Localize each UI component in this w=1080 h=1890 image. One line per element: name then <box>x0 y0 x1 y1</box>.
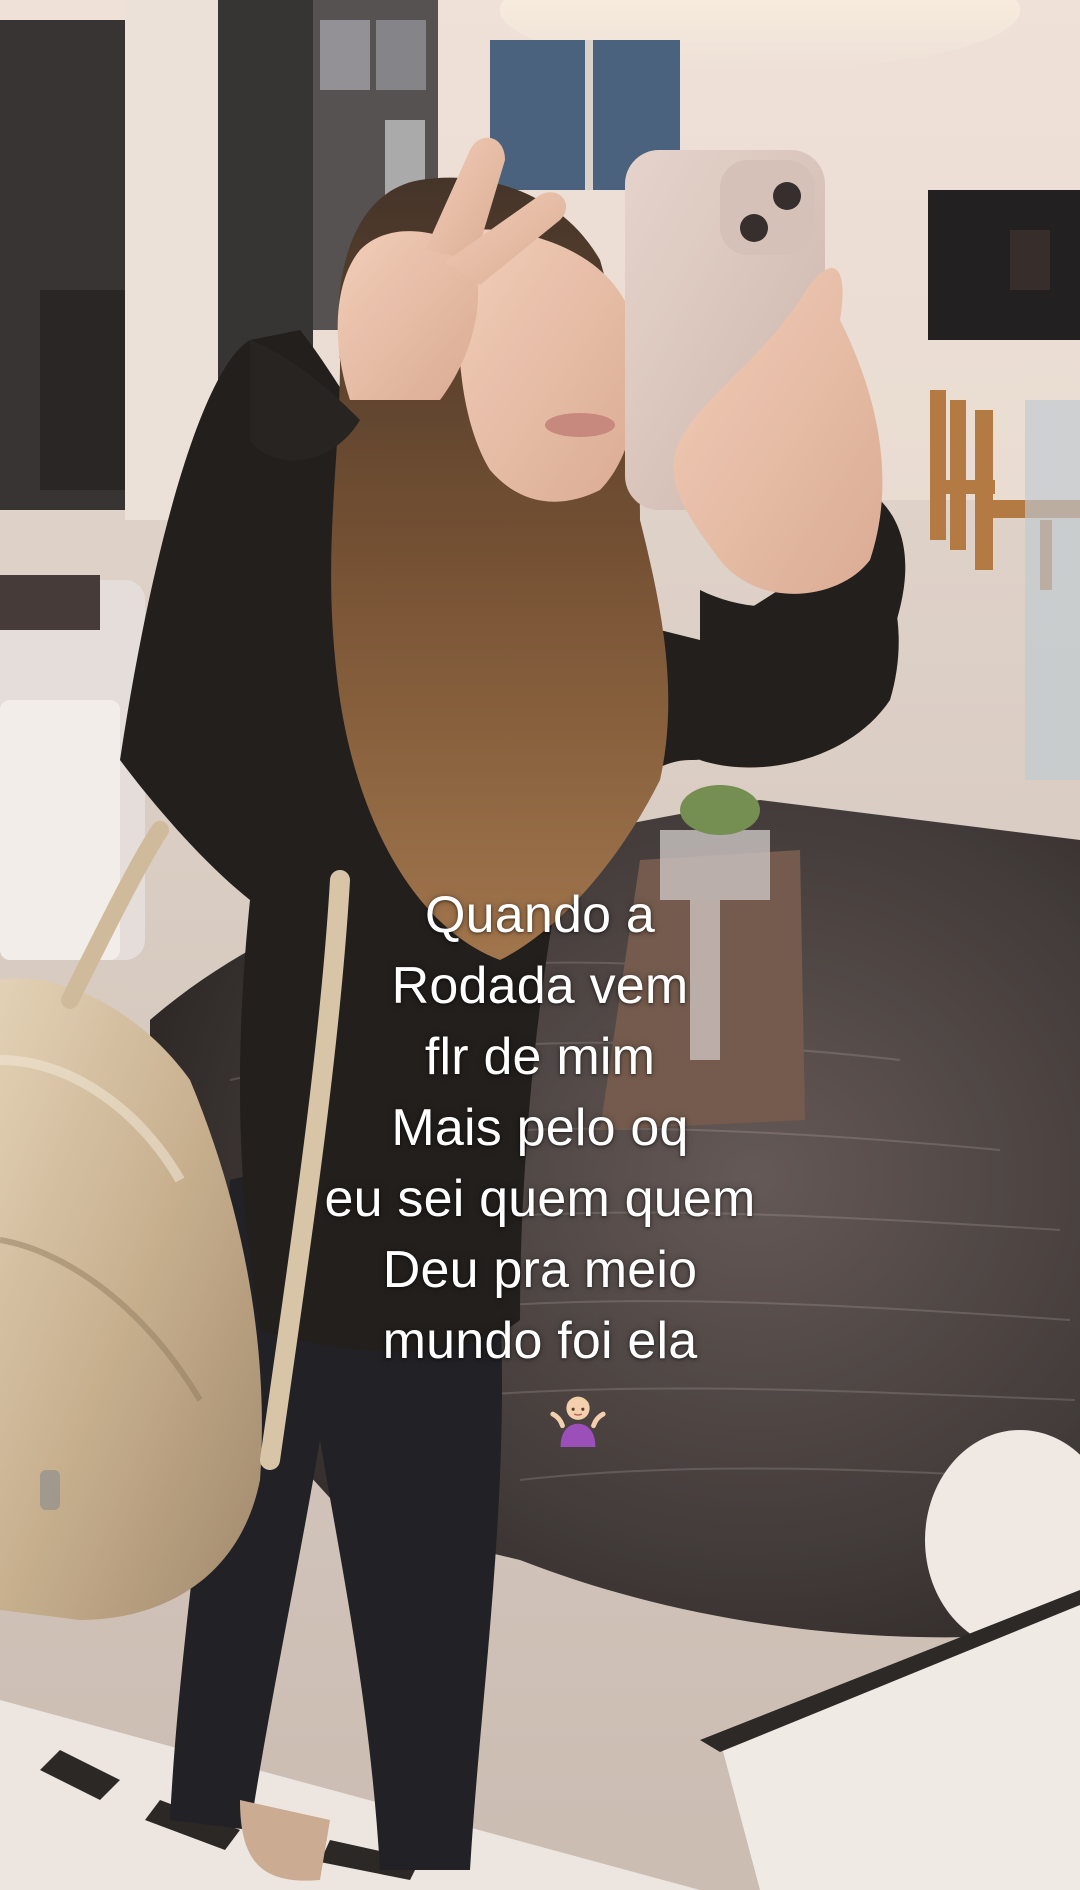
caption-line-4: Mais pelo oq <box>391 1099 689 1157</box>
story-caption: Quando a Rodada vem flr de mim Mais pelo… <box>0 880 1080 1377</box>
caption-line-3: flr de mim <box>424 1028 656 1086</box>
mirror-selfie-post: Quando a Rodada vem flr de mim Mais pelo… <box>0 0 1080 1890</box>
caption-line-2: Rodada vem <box>391 957 689 1015</box>
caption-line-5: eu sei quem quem <box>324 1170 756 1228</box>
caption-line-6: Deu pra meio <box>382 1241 698 1299</box>
caption-line-7: mundo foi ela <box>382 1312 698 1370</box>
person-shrugging-emoji <box>550 1396 606 1447</box>
caption-line-1: Quando a <box>424 886 655 944</box>
